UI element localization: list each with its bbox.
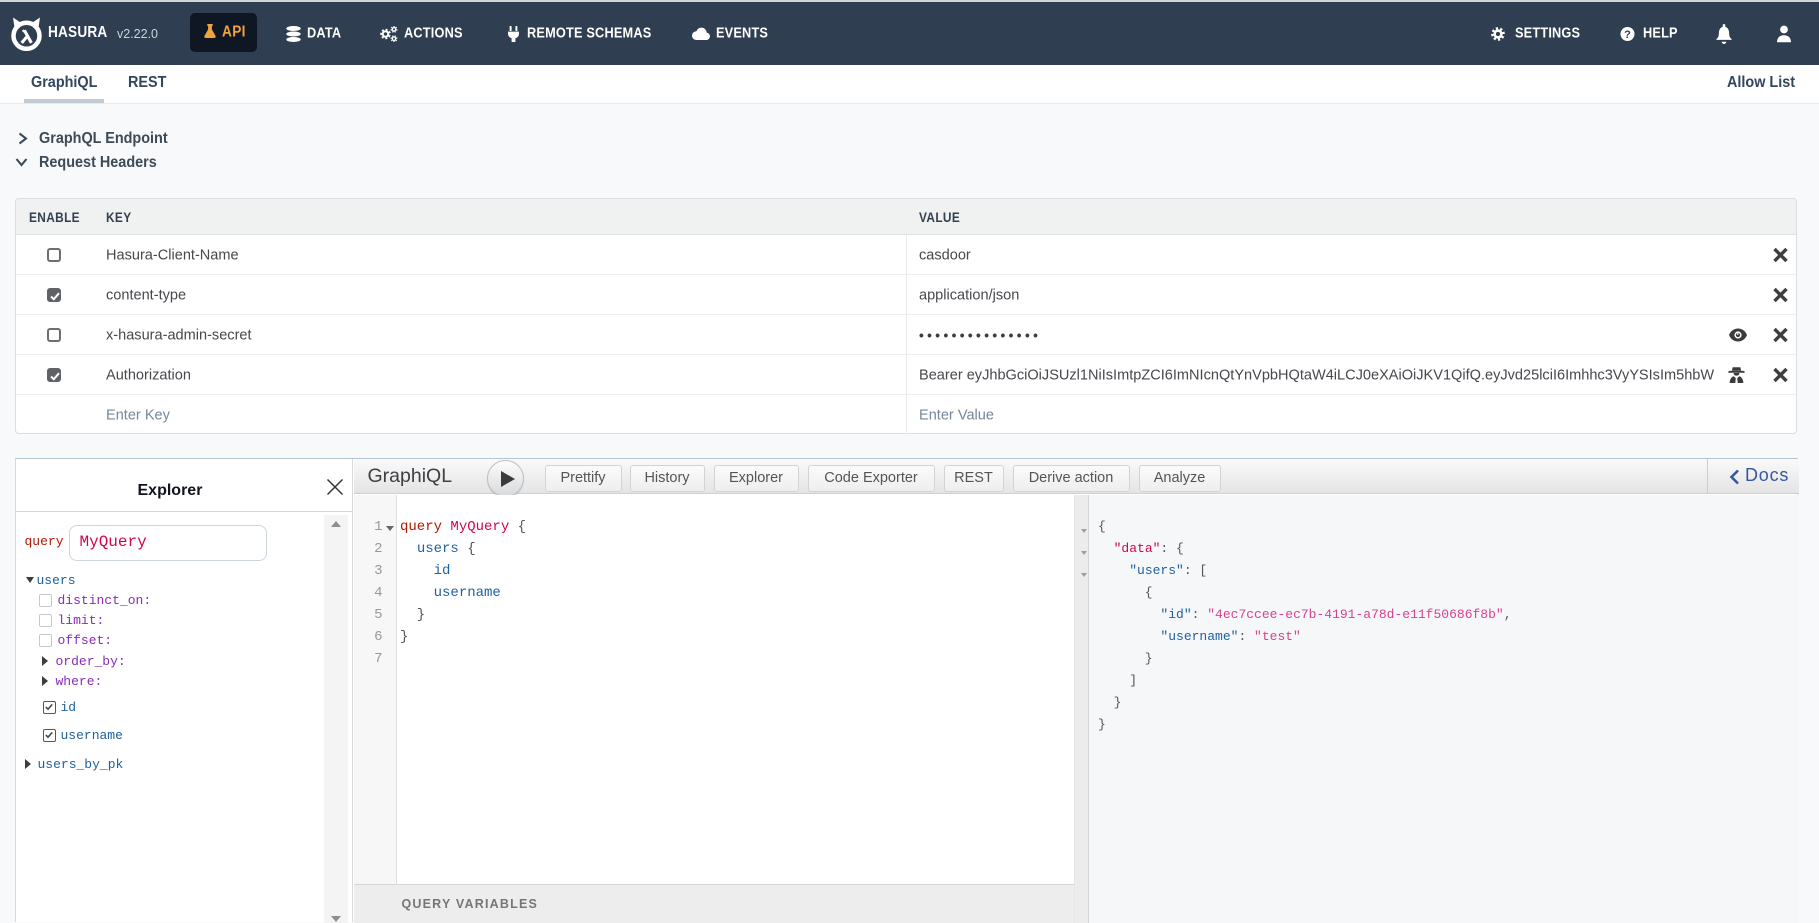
svg-text:?: ? bbox=[1624, 28, 1631, 40]
